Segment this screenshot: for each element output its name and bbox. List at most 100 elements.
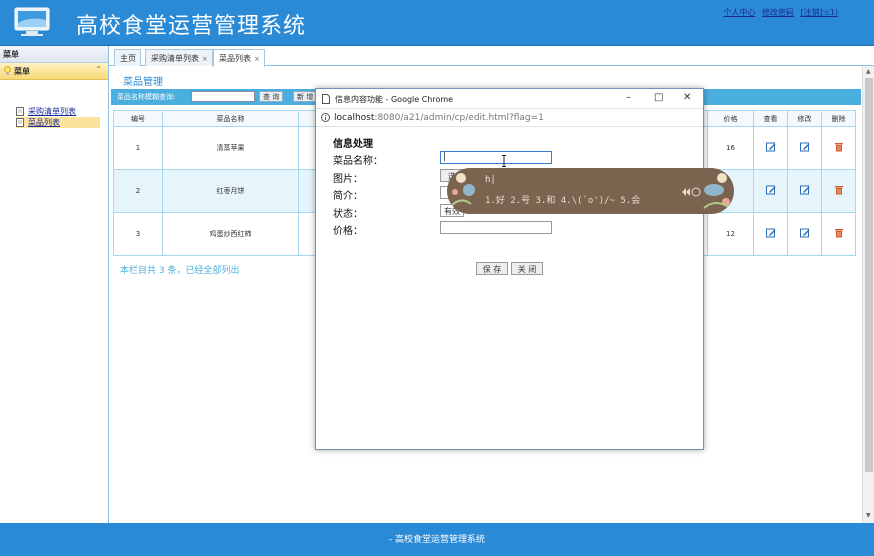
- edit-action[interactable]: [787, 126, 822, 170]
- search-input[interactable]: [191, 91, 255, 102]
- save-button[interactable]: 保 存: [476, 262, 508, 275]
- view-icon[interactable]: [765, 185, 776, 195]
- close-tab-icon[interactable]: ×: [202, 55, 208, 63]
- edit-icon[interactable]: [799, 142, 810, 152]
- url-host: localhost: [334, 113, 375, 123]
- maximize-icon[interactable]: □: [654, 92, 663, 103]
- sidebar-item-label: 菜品列表: [28, 118, 60, 127]
- cell-id: 1: [113, 126, 163, 170]
- form-heading: 信息处理: [333, 139, 373, 150]
- edit-action[interactable]: [787, 212, 822, 256]
- cell-name: 鸡蛋炒西红柿: [162, 212, 299, 256]
- edit-icon[interactable]: [799, 185, 810, 195]
- url-path: :8080/a21/admin/cp/edit.html?flag=1: [374, 113, 544, 123]
- profile-link[interactable]: 个人中心: [723, 8, 755, 17]
- cell-id: 3: [113, 212, 163, 256]
- popup-titlebar: 信息内容功能 - Google Chrome – □ ✕: [316, 89, 703, 109]
- status-label: 状态：: [333, 209, 363, 220]
- column-header: 价格: [707, 110, 754, 127]
- tab-home[interactable]: 主页: [114, 49, 141, 66]
- price-input[interactable]: [440, 221, 552, 234]
- name-label: 菜品名称：: [333, 156, 383, 167]
- close-tab-icon[interactable]: ×: [254, 55, 260, 63]
- tab-purchase-list[interactable]: 采购清单列表 ×: [145, 49, 213, 66]
- collapse-chevron-icon[interactable]: ⌃: [95, 65, 102, 74]
- image-label: 图片：: [333, 174, 363, 185]
- tab-dish-list[interactable]: 菜品列表 ×: [213, 49, 265, 67]
- intro-label: 简介：: [333, 191, 363, 202]
- scroll-up-icon[interactable]: ▲: [866, 68, 871, 75]
- change-password-link[interactable]: 修改密码: [762, 8, 794, 17]
- top-links: 个人中心 修改密码 [注销]:c1): [719, 7, 838, 18]
- sidebar-list: 采购清单列表 菜品列表: [0, 80, 108, 128]
- close-button[interactable]: 关 闭: [511, 262, 543, 275]
- app-header: 高校食堂运营管理系统 个人中心 修改密码 [注销]:c1): [0, 0, 874, 46]
- cell-name: 红枣月饼: [162, 169, 299, 213]
- minimize-icon[interactable]: –: [626, 92, 631, 103]
- view-icon[interactable]: [765, 228, 776, 238]
- address-bar[interactable]: localhost:8080/a21/admin/cp/edit.html?fl…: [316, 109, 703, 127]
- tab-bar: 主页 采购清单列表 × 菜品列表 ×: [109, 46, 874, 67]
- popup-title: 信息内容功能 - Google Chrome: [335, 95, 454, 104]
- trash-icon[interactable]: [834, 185, 844, 195]
- info-icon[interactable]: [321, 113, 330, 122]
- cell-name: 清蒸苹果: [162, 126, 299, 170]
- cell-price: 16: [707, 126, 754, 170]
- view-action[interactable]: [753, 126, 788, 170]
- sidebar: 菜单 菜单 ⌃ 采购清单列表 菜品列表: [0, 46, 109, 523]
- delete-action[interactable]: [821, 212, 856, 256]
- query-button[interactable]: 查 询: [259, 91, 284, 102]
- ime-typed-text: h|: [485, 175, 496, 185]
- trash-icon[interactable]: [834, 142, 844, 152]
- document-icon: [16, 107, 24, 116]
- sidebar-item-purchase-list[interactable]: 采购清单列表: [16, 106, 108, 117]
- tab-label: 菜品列表: [219, 54, 251, 63]
- column-header: 菜品名称: [162, 110, 299, 127]
- app-footer: - 高校食堂运营管理系统: [0, 523, 874, 556]
- page-icon: [322, 94, 330, 104]
- floral-decoration-icon: [450, 173, 475, 207]
- panel-title: 菜品管理: [123, 77, 163, 88]
- add-button[interactable]: 新 增: [293, 91, 318, 102]
- vertical-scrollbar[interactable]: ▲ ▼: [862, 66, 874, 523]
- price-label: 价格：: [333, 226, 363, 237]
- column-header: 查看: [753, 110, 788, 127]
- search-label: 菜品名称模糊查询:: [117, 93, 176, 101]
- scroll-down-icon[interactable]: ▼: [866, 512, 871, 519]
- edit-icon[interactable]: [799, 228, 810, 238]
- sidebar-group-menu[interactable]: 菜单 ⌃: [0, 63, 108, 80]
- app-title: 高校食堂运营管理系统: [76, 14, 307, 39]
- logout-link[interactable]: [注销]:c1): [800, 8, 838, 17]
- scrollbar-thumb[interactable]: [865, 78, 873, 472]
- document-icon: [16, 118, 24, 127]
- bird-floral-decoration-icon: [682, 173, 731, 209]
- delete-action[interactable]: [821, 126, 856, 170]
- cell-id: 2: [113, 169, 163, 213]
- view-action[interactable]: [753, 169, 788, 213]
- sidebar-group-label: 菜单: [14, 67, 30, 76]
- ime-candidates[interactable]: 1.好 2.号 3.和 4.\(`o')/~ 5.会: [485, 193, 640, 206]
- close-window-icon[interactable]: ✕: [683, 92, 691, 103]
- column-header: 删除: [821, 110, 856, 127]
- name-input-value: |: [443, 152, 447, 162]
- trash-icon[interactable]: [834, 228, 844, 238]
- text-cursor-icon: [502, 155, 506, 167]
- cell-price: 12: [707, 212, 754, 256]
- view-icon[interactable]: [765, 142, 776, 152]
- sidebar-header: 菜单: [0, 46, 108, 63]
- tab-label: 采购清单列表: [151, 54, 199, 63]
- edit-popup-window: 信息内容功能 - Google Chrome – □ ✕ localhost:8…: [315, 88, 704, 450]
- url-text: localhost:8080/a21/admin/cp/edit.html?fl…: [334, 113, 544, 123]
- delete-action[interactable]: [821, 169, 856, 213]
- edit-action[interactable]: [787, 169, 822, 213]
- monitor-logo-icon: [14, 7, 50, 36]
- lightbulb-icon: [4, 66, 11, 75]
- column-header: 修改: [787, 110, 822, 127]
- tab-label: 主页: [120, 54, 136, 63]
- sidebar-item-dish-list[interactable]: 菜品列表: [16, 117, 100, 128]
- column-header: 编号: [113, 110, 163, 127]
- view-action[interactable]: [753, 212, 788, 256]
- dish-name-input[interactable]: |: [440, 151, 552, 164]
- record-count-text: 本栏目共 3 条，已经全部列出: [120, 266, 240, 276]
- sidebar-item-label: 采购清单列表: [28, 107, 76, 116]
